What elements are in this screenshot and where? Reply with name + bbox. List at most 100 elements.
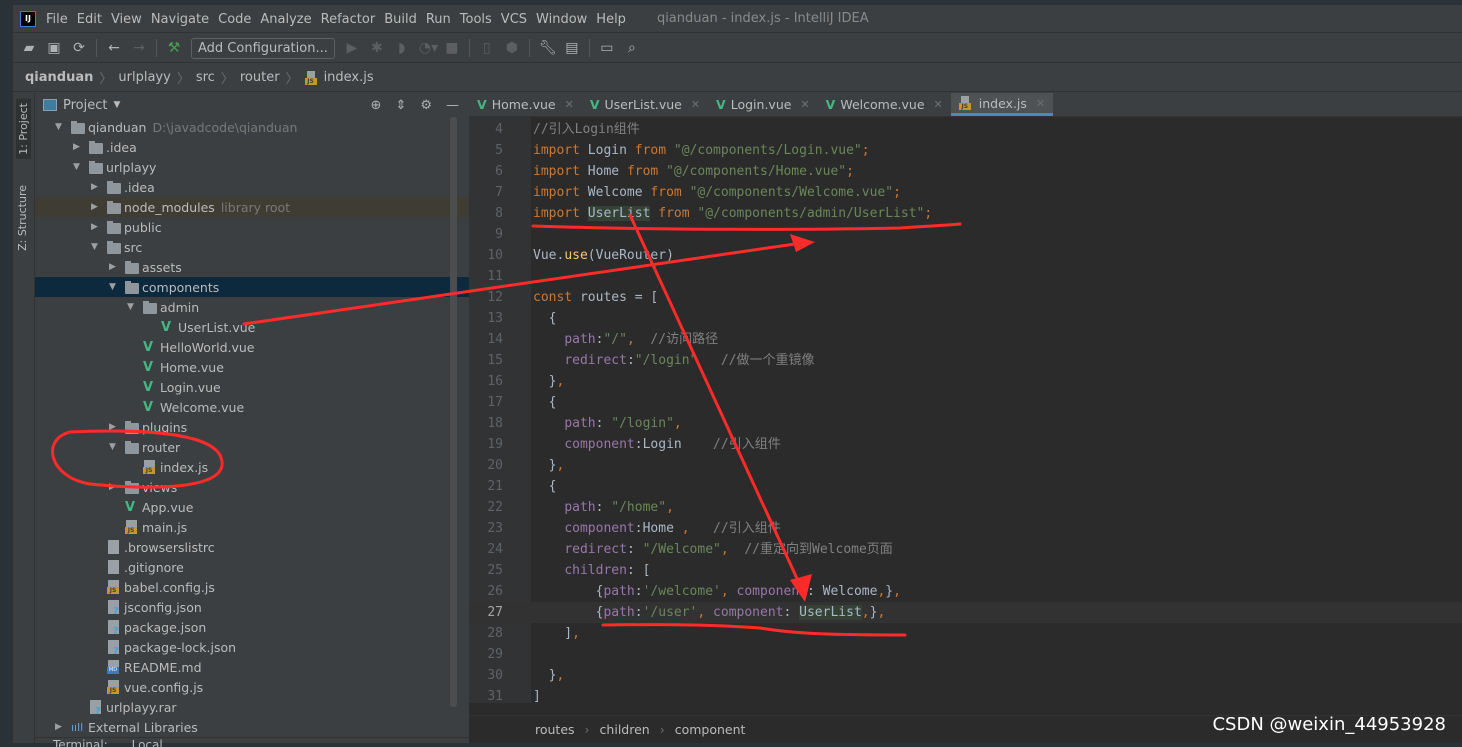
chevron-down-icon[interactable]: ▼	[127, 302, 134, 312]
project-structure-icon[interactable]: ▤	[564, 40, 580, 56]
menu-tools[interactable]: Tools	[460, 12, 492, 27]
menu-help[interactable]: Help	[596, 12, 626, 27]
profile-icon[interactable]: ◔▾	[419, 40, 438, 56]
chevron-down-icon[interactable]: ▼	[73, 162, 80, 172]
menu-file[interactable]: File	[46, 12, 68, 27]
tree-item[interactable]: ▼ components	[35, 277, 469, 297]
breadcrumb-item[interactable]: index.js	[324, 70, 374, 85]
menu-code[interactable]: Code	[218, 12, 251, 27]
code-line[interactable]: 4 //引入Login组件	[469, 119, 1462, 140]
tree-item[interactable]: urlplayy.rar	[35, 697, 469, 717]
tree-item[interactable]: ▶ .idea	[35, 137, 469, 157]
save-icon[interactable]: ▣	[46, 40, 62, 56]
code-line[interactable]: 30 },	[469, 665, 1462, 686]
tree-item[interactable]: .browserslistrc	[35, 537, 469, 557]
menu-vcs[interactable]: VCS	[501, 12, 527, 27]
editor-tab[interactable]: V UserList.vue ✕	[582, 93, 708, 116]
attach-icon[interactable]: ▯	[479, 40, 495, 56]
tree-item[interactable]: package-lock.json	[35, 637, 469, 657]
project-view-selector[interactable]: Project	[63, 98, 107, 113]
forward-icon[interactable]: →	[131, 40, 147, 56]
menu-edit[interactable]: Edit	[77, 12, 102, 27]
tree-item[interactable]: ▼ src	[35, 237, 469, 257]
close-icon[interactable]: ✕	[1036, 97, 1045, 110]
chevron-right-icon[interactable]: ▶	[109, 262, 116, 272]
code-line[interactable]: 21 {	[469, 476, 1462, 497]
tree-item[interactable]: V Home.vue	[35, 357, 469, 377]
collapse-all-icon[interactable]: ⇕	[395, 98, 406, 113]
chevron-right-icon[interactable]: ▶	[91, 202, 98, 212]
chevron-right-icon[interactable]: ▶	[109, 482, 116, 492]
chevron-down-icon[interactable]: ▼	[55, 122, 62, 132]
tree-item[interactable]: package.json	[35, 617, 469, 637]
sync-icon[interactable]: ⟳	[71, 40, 87, 56]
chevron-right-icon[interactable]: ▶	[91, 222, 98, 232]
code-line[interactable]: 9	[469, 224, 1462, 245]
tree-item[interactable]: ▶ ııll External Libraries	[35, 717, 469, 737]
code-line[interactable]: 6 import Home from "@/components/Home.vue…	[469, 161, 1462, 182]
tree-item[interactable]: ▶ views	[35, 477, 469, 497]
debug-icon[interactable]: ✱	[369, 40, 385, 56]
run-icon[interactable]: ▶	[344, 40, 360, 56]
tree-item[interactable]: ▶ public	[35, 217, 469, 237]
code-line[interactable]: 7 import Welcome from "@/components/Welco…	[469, 182, 1462, 203]
code-line[interactable]: 11	[469, 266, 1462, 287]
breadcrumb-item[interactable]: router	[240, 70, 280, 85]
tree-item[interactable]: vue.config.js	[35, 677, 469, 697]
tree-item[interactable]: ▼ router	[35, 437, 469, 457]
close-icon[interactable]: ✕	[934, 98, 943, 111]
tree-item[interactable]: ▼ urlplayy	[35, 157, 469, 177]
code-line[interactable]: 29	[469, 644, 1462, 665]
code-line[interactable]: 5 import Login from "@/components/Login.v…	[469, 140, 1462, 161]
code-line[interactable]: 12 const routes = [	[469, 287, 1462, 308]
terminal-window-icon[interactable]: ▭	[599, 40, 615, 56]
hide-icon[interactable]: —	[446, 98, 459, 113]
tree-item[interactable]: main.js	[35, 517, 469, 537]
tree-item[interactable]: V UserList.vue	[35, 317, 469, 337]
tree-item[interactable]: ▶ .idea	[35, 177, 469, 197]
code-line[interactable]: 18 path: "/login",	[469, 413, 1462, 434]
tree-item[interactable]: jsconfig.json	[35, 597, 469, 617]
code-line[interactable]: 19 component:Login //引入组件	[469, 434, 1462, 455]
tree-item[interactable]: V HelloWorld.vue	[35, 337, 469, 357]
project-tool-tab[interactable]: 1: Project	[16, 99, 31, 159]
menu-window[interactable]: Window	[536, 12, 587, 27]
tree-item[interactable]: babel.config.js	[35, 577, 469, 597]
menu-view[interactable]: View	[111, 12, 142, 27]
menu-run[interactable]: Run	[426, 12, 451, 27]
breadcrumb-item[interactable]: qianduan	[25, 70, 93, 85]
code-line[interactable]: 10 Vue.use(VueRouter)	[469, 245, 1462, 266]
chevron-down-icon[interactable]: ▼	[91, 242, 98, 252]
code-line[interactable]: 27 {path:'/user', component: UserList,},	[469, 602, 1462, 623]
close-icon[interactable]: ✕	[691, 98, 700, 111]
code-line[interactable]: 13 {	[469, 308, 1462, 329]
tree-item[interactable]: ▼ qianduan D:\javadcode\qianduan	[35, 117, 469, 137]
add-configuration-button[interactable]: Add Configuration...	[191, 37, 335, 59]
editor-tab[interactable]: V Home.vue ✕	[469, 93, 582, 116]
close-icon[interactable]: ✕	[800, 98, 809, 111]
code-line[interactable]: 17 {	[469, 392, 1462, 413]
code-line[interactable]: 28 ],	[469, 623, 1462, 644]
menu-refactor[interactable]: Refactor	[321, 12, 376, 27]
code-line[interactable]: 20 },	[469, 455, 1462, 476]
menu-analyze[interactable]: Analyze	[260, 12, 311, 27]
tree-item[interactable]: V Login.vue	[35, 377, 469, 397]
editor-tab[interactable]: V Login.vue ✕	[708, 93, 818, 116]
code-breadcrumb-item[interactable]: children	[600, 722, 650, 737]
back-icon[interactable]: ←	[106, 40, 122, 56]
editor-tab[interactable]: V Welcome.vue ✕	[818, 93, 951, 116]
tree-item[interactable]: ▶ plugins	[35, 417, 469, 437]
chevron-right-icon[interactable]: ▶	[73, 142, 80, 152]
chevron-down-icon[interactable]: ▼	[109, 442, 116, 452]
code-line[interactable]: 31]	[469, 686, 1462, 707]
settings-wrench-icon[interactable]: 🔧︎	[539, 40, 557, 56]
chevron-right-icon[interactable]: ▶	[55, 722, 62, 732]
code-line[interactable]: 14 path:"/", //访问路径	[469, 329, 1462, 350]
code-line[interactable]: 22 path: "/home",	[469, 497, 1462, 518]
code-line[interactable]: 24 redirect: "/Welcome", //重定向到Welcome页面	[469, 539, 1462, 560]
code-line[interactable]: 26 {path:'/welcome', component: Welcome,…	[469, 581, 1462, 602]
code-line[interactable]: 16 },	[469, 371, 1462, 392]
breadcrumb-item[interactable]: urlplayy	[118, 70, 170, 85]
menu-build[interactable]: Build	[384, 12, 417, 27]
tree-item[interactable]: .gitignore	[35, 557, 469, 577]
